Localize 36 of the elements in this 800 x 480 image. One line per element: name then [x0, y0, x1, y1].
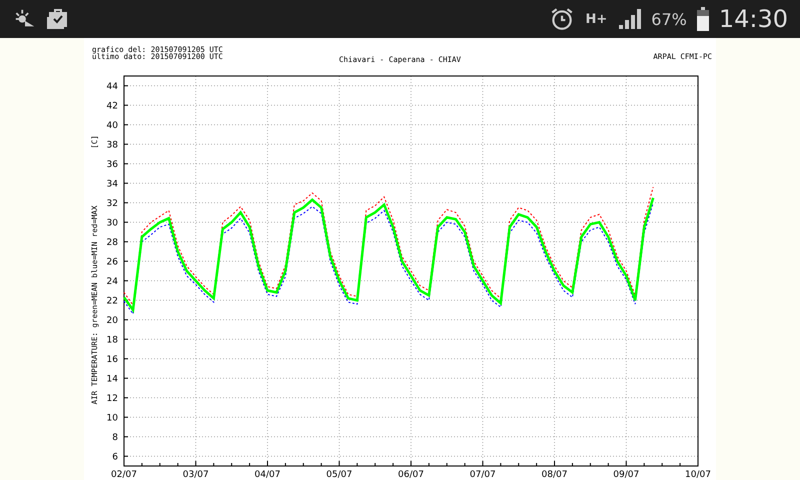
x-tick-label: 08/07 — [542, 470, 568, 480]
y-tick-label: 42 — [106, 101, 118, 112]
y-tick-label: 30 — [106, 218, 118, 228]
y-tick-label: 16 — [106, 354, 118, 365]
y-tick-label: 20 — [106, 316, 118, 326]
y-tick-label: 24 — [106, 276, 118, 287]
y-tick-label: 26 — [106, 257, 118, 268]
y-tick-label: 10 — [106, 413, 118, 424]
battery-percent: 67% — [651, 10, 687, 28]
network-type: H+ — [585, 12, 608, 26]
y-tick-label: 18 — [106, 335, 118, 346]
x-tick-label: 03/07 — [182, 470, 209, 480]
x-tick-label: 05/07 — [326, 470, 352, 480]
y-tick-label: 6 — [112, 452, 118, 462]
y-tick-label: 14 — [106, 374, 118, 384]
x-tick-label: 07/07 — [470, 470, 496, 480]
clipboard-check-icon — [46, 7, 70, 31]
y-tick-label: 40 — [106, 120, 118, 131]
x-tick-label: 04/07 — [254, 470, 280, 480]
clock-time: 14:30 — [718, 5, 788, 33]
y-tick-label: 22 — [106, 296, 118, 306]
alarm-clock-icon — [549, 6, 576, 32]
y-tick-label: 36 — [106, 160, 118, 170]
y-tick-label: 44 — [106, 82, 118, 92]
y-tick-label: 12 — [106, 394, 118, 404]
x-tick-label: 09/07 — [613, 470, 640, 480]
y-tick-label: 28 — [106, 238, 118, 248]
y-tick-label: 8 — [112, 432, 118, 443]
x-tick-label: 02/07 — [111, 470, 137, 480]
signal-icon — [617, 7, 642, 31]
y-tick-label: 34 — [106, 179, 118, 190]
y-tick-label: 38 — [106, 140, 118, 150]
x-tick-label: 06/07 — [398, 470, 424, 480]
y-tick-label: 32 — [106, 198, 118, 209]
x-tick-label: 10/07 — [685, 470, 711, 480]
battery-icon — [696, 7, 709, 31]
